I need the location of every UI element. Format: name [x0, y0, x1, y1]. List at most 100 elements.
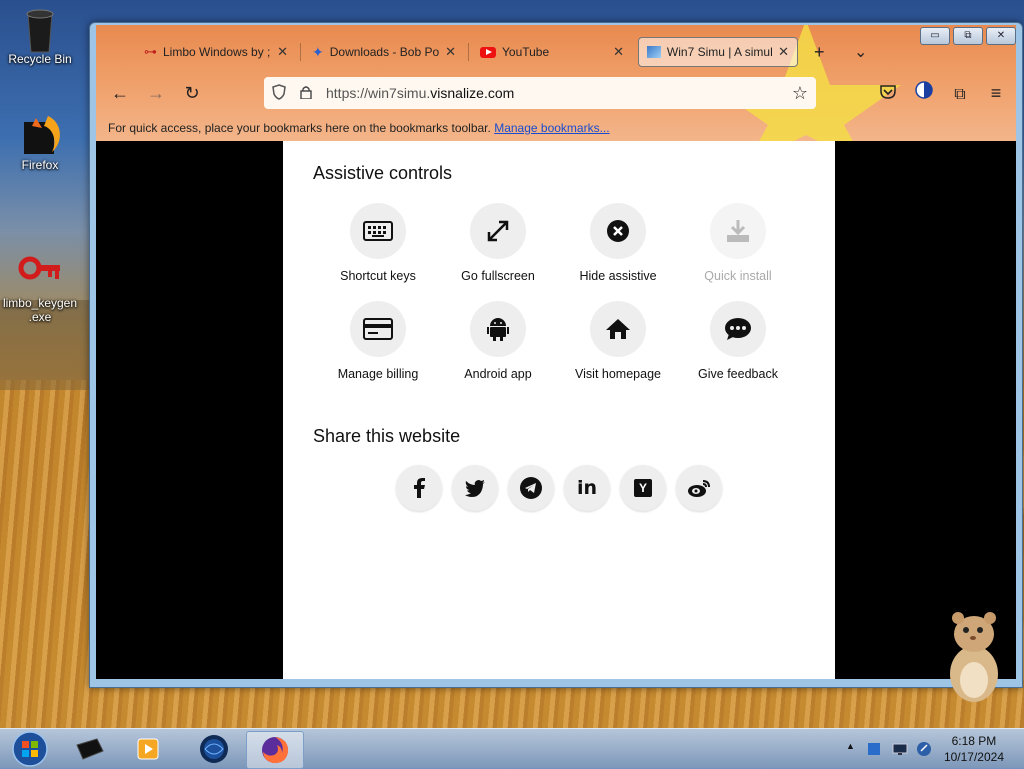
extensions-button[interactable]: ⧉	[946, 79, 974, 107]
shortcut-keys-button[interactable]: Shortcut keys	[318, 203, 438, 283]
chat-icon	[725, 318, 751, 340]
desktop-icon-label: Firefox	[21, 158, 59, 172]
share-weibo-button[interactable]	[676, 465, 722, 511]
firefox-window: ⊶ Limbo Windows by ; ✕ ✦ Downloads - Bob…	[89, 22, 1023, 688]
library-icon	[76, 738, 104, 760]
tab-win7simu[interactable]: Win7 Simu | A simul ✕	[638, 37, 798, 67]
window-controls: ▭ ⧉ ✕	[920, 27, 1016, 45]
contrast-icon	[915, 81, 933, 99]
taskbar: ▲ 6:18 PM 10/17/2024	[0, 728, 1024, 769]
minimize-icon: ▭	[930, 30, 940, 41]
go-fullscreen-button[interactable]: Go fullscreen	[438, 203, 558, 283]
weibo-icon	[688, 480, 710, 497]
control-label: Visit homepage	[575, 367, 661, 381]
close-button[interactable]: ✕	[986, 27, 1016, 45]
ycombinator-icon: Y	[634, 479, 652, 497]
bookmarks-toolbar: For quick access, place your bookmarks h…	[108, 121, 610, 135]
taskbar-item-media-player[interactable]	[120, 731, 176, 767]
tab-separator	[300, 43, 301, 61]
close-icon: ✕	[996, 30, 1006, 41]
close-tab-icon[interactable]: ✕	[277, 44, 288, 60]
twitter-icon	[465, 479, 485, 497]
app-menu-button[interactable]: ≡	[982, 79, 1010, 107]
chevron-up-icon: ▲	[846, 741, 855, 751]
arrow-right-icon: →	[147, 83, 165, 103]
tray-network-icon[interactable]	[866, 741, 882, 757]
control-label: Manage billing	[337, 367, 419, 381]
tab-title: Limbo Windows by ;	[163, 45, 271, 59]
desktop-icon-firefox[interactable]: Firefox	[0, 112, 80, 172]
desktop-icon-limbo-keygen[interactable]: limbo_keygen .exe	[0, 222, 80, 338]
windows-orb-icon	[12, 731, 48, 767]
close-tab-icon[interactable]: ✕	[778, 44, 789, 60]
recycle-bin-icon	[18, 6, 62, 53]
pocket-button[interactable]	[874, 79, 902, 107]
url-text: https://win7simu.visnalize.com	[326, 85, 514, 101]
show-hidden-icons-button[interactable]: ▲	[846, 741, 862, 757]
restore-button[interactable]: ⧉	[953, 27, 983, 45]
bookmarks-hint: For quick access, place your bookmarks h…	[108, 121, 491, 135]
chevron-down-icon: ⌄	[854, 44, 868, 61]
url-bar[interactable]: https://win7simu.visnalize.com ☆	[264, 77, 816, 109]
desktop-icon-recycle-bin[interactable]: Recycle Bin	[0, 6, 80, 66]
tab-separator	[468, 43, 469, 61]
puzzle-icon: ⧉	[954, 86, 966, 103]
control-label: Go fullscreen	[461, 269, 535, 283]
home-icon	[606, 319, 630, 339]
manage-billing-button[interactable]: Manage billing	[318, 301, 438, 381]
list-all-tabs-button[interactable]: ⌄	[846, 37, 876, 67]
tab-title: Win7 Simu | A simul	[666, 45, 773, 59]
tab-downloads[interactable]: ✦ Downloads - Bob Po ✕	[304, 37, 464, 67]
desktop-icon-label: limbo_keygen .exe	[2, 296, 78, 324]
facebook-icon	[414, 478, 425, 498]
control-label: Give feedback	[698, 367, 778, 381]
hide-assistive-button[interactable]: Hide assistive	[558, 203, 678, 283]
android-app-button[interactable]: Android app	[438, 301, 558, 381]
assistive-panel: Assistive controls Shortcut keys Go full…	[283, 141, 835, 679]
share-linkedin-button[interactable]: in	[564, 465, 610, 511]
system-clock[interactable]: 6:18 PM 10/17/2024	[944, 733, 1004, 765]
restore-icon: ⧉	[964, 30, 972, 41]
tab-youtube[interactable]: YouTube ✕	[472, 37, 632, 67]
start-button[interactable]	[2, 731, 58, 767]
taskbar-item-firefox[interactable]	[246, 731, 304, 769]
page-viewport: Assistive controls Shortcut keys Go full…	[96, 141, 1016, 679]
share-twitter-button[interactable]	[452, 465, 498, 511]
tab-title: YouTube	[502, 45, 550, 59]
close-tab-icon[interactable]: ✕	[445, 44, 456, 60]
back-button[interactable]: ←	[106, 79, 134, 107]
plus-icon: +	[814, 41, 825, 62]
minimize-button[interactable]: ▭	[920, 27, 950, 45]
close-circle-icon	[607, 220, 629, 242]
taskbar-item-library[interactable]	[62, 731, 118, 767]
control-label: Hide assistive	[579, 269, 657, 283]
download-icon	[727, 220, 749, 242]
share-facebook-button[interactable]	[396, 465, 442, 511]
tray-volume-icon[interactable]	[916, 741, 932, 757]
give-feedback-button[interactable]: Give feedback	[678, 301, 798, 381]
share-ycombinator-button[interactable]: Y	[620, 465, 666, 511]
theme-button[interactable]	[910, 79, 938, 107]
manage-bookmarks-link[interactable]: Manage bookmarks...	[494, 121, 609, 135]
reload-button[interactable]: ↻	[178, 79, 206, 107]
clock-date: 10/17/2024	[943, 750, 1004, 764]
browser-chrome: ⊶ Limbo Windows by ; ✕ ✦ Downloads - Bob…	[96, 25, 1016, 141]
globe-icon	[200, 735, 228, 763]
visit-homepage-button[interactable]: Visit homepage	[558, 301, 678, 381]
forward-button[interactable]: →	[142, 79, 170, 107]
new-tab-button[interactable]: +	[806, 37, 836, 67]
tray-display-icon[interactable]	[892, 741, 908, 757]
tab-limbo-windows[interactable]: ⊶ Limbo Windows by ; ✕	[136, 37, 296, 67]
key-icon: ⊶	[144, 44, 157, 59]
assistive-controls-heading: Assistive controls	[313, 163, 453, 183]
hamster-mascot[interactable]	[940, 604, 1004, 704]
firefox-icon	[18, 112, 62, 156]
url-domain: visnalize.com	[430, 85, 515, 101]
share-telegram-button[interactable]	[508, 465, 554, 511]
fullscreen-icon	[487, 220, 509, 242]
taskbar-item-globe[interactable]	[186, 731, 242, 767]
bookmark-star-icon[interactable]: ☆	[792, 83, 808, 104]
url-prefix: https://win7simu.	[326, 85, 431, 101]
close-tab-icon[interactable]: ✕	[613, 44, 624, 60]
telegram-icon	[520, 477, 542, 499]
